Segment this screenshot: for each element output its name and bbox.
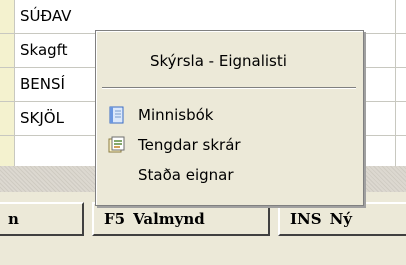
f5-menu-button[interactable]: F5 Valmynd bbox=[92, 202, 270, 236]
table-cell[interactable]: Skagft bbox=[20, 41, 68, 59]
menu-item-linked-files[interactable]: Tengdar skrár bbox=[96, 131, 363, 159]
table-row[interactable]: SÚÐAV bbox=[0, 0, 406, 34]
function-key-button-partial[interactable]: n bbox=[0, 202, 84, 236]
column-divider bbox=[395, 34, 396, 67]
linked-files-icon bbox=[106, 135, 126, 155]
column-divider bbox=[395, 0, 396, 33]
table-cell[interactable]: SÚÐAV bbox=[20, 7, 71, 25]
menu-item-label: Minnisbók bbox=[138, 106, 214, 124]
row-selector[interactable] bbox=[0, 0, 15, 33]
menu-item-asset-status[interactable]: Staða eignar bbox=[96, 161, 363, 189]
row-selector bbox=[0, 136, 15, 169]
function-key-label: Valmynd bbox=[133, 210, 205, 228]
notebook-icon bbox=[106, 105, 126, 125]
function-key-label: Ný bbox=[329, 210, 352, 228]
menu-item-label: Tengdar skrár bbox=[138, 136, 241, 154]
function-key-code: INS bbox=[290, 210, 322, 228]
column-divider bbox=[395, 68, 396, 101]
menu-item-notebook[interactable]: Minnisbók bbox=[96, 101, 363, 129]
table-cell[interactable]: BENSÍ bbox=[20, 75, 65, 93]
menu-item-report-asset-list[interactable]: Skýrsla - Eignalisti bbox=[96, 47, 363, 75]
row-selector[interactable] bbox=[0, 102, 15, 135]
ins-new-button[interactable]: INS Ný bbox=[278, 202, 406, 236]
row-selector[interactable] bbox=[0, 34, 15, 67]
function-key-label: n bbox=[8, 210, 19, 228]
menu-separator bbox=[102, 87, 356, 89]
menu-item-label: Skýrsla - Eignalisti bbox=[150, 52, 287, 70]
context-menu: Skýrsla - Eignalisti Minnisbók Tengdar s… bbox=[95, 30, 364, 206]
function-key-code: F5 bbox=[104, 210, 126, 228]
row-selector[interactable] bbox=[0, 68, 15, 101]
column-divider bbox=[395, 102, 396, 135]
menu-item-label: Staða eignar bbox=[138, 166, 234, 184]
column-divider bbox=[395, 136, 396, 169]
table-cell[interactable]: SKJÖL bbox=[20, 109, 64, 127]
